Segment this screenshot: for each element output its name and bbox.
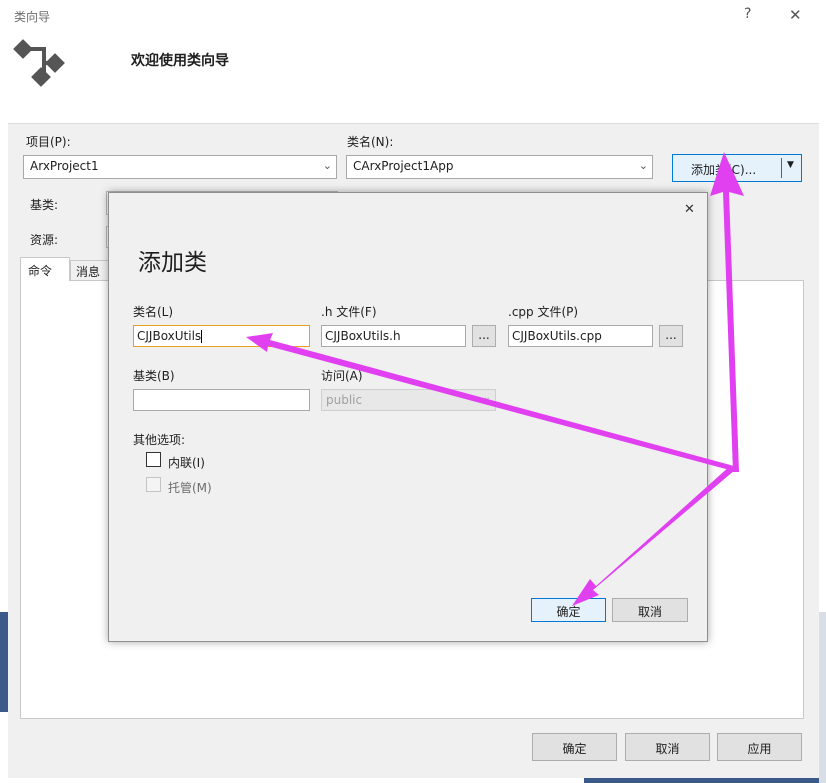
class-wizard-icon — [13, 39, 65, 87]
h-file-input[interactable]: CJJBoxUtils.h — [321, 325, 466, 347]
add-class-button[interactable]: 添加类(C)... — [691, 161, 756, 178]
dialog-ok-button[interactable]: 确定 — [531, 598, 606, 622]
wizard-cancel-label: 取消 — [655, 742, 680, 756]
managed-label: 托管(M) — [168, 481, 212, 495]
classname-input-value: CJJBoxUtils — [137, 329, 202, 343]
tab-commands-label: 命令 — [28, 264, 53, 278]
tab-messages[interactable]: 消息 — [70, 260, 110, 280]
dialog-close-button[interactable]: ✕ — [684, 202, 695, 217]
classname-input[interactable]: CJJBoxUtils — [133, 325, 310, 347]
managed-checkbox — [146, 477, 161, 492]
wizard-apply-button[interactable]: 应用 — [717, 733, 802, 761]
base-class-input[interactable] — [133, 389, 310, 411]
welcome-heading: 欢迎使用类向导 — [131, 53, 229, 69]
cpp-file-browse-button[interactable]: ... — [659, 325, 683, 347]
dialog-cancel-label: 取消 — [637, 605, 662, 619]
tab-messages-label: 消息 — [76, 265, 101, 279]
background-strip-left — [0, 612, 8, 712]
chevron-down-icon: ⌄ — [322, 159, 332, 172]
chevron-down-icon: ⌄ — [482, 392, 491, 403]
background-strip-bottom — [584, 778, 819, 783]
split-divider — [781, 158, 782, 178]
other-options-label: 其他选项: — [133, 433, 186, 447]
h-file-value: CJJBoxUtils.h — [325, 329, 401, 343]
dialog-ok-label: 确定 — [556, 605, 581, 619]
resource-label: 资源: — [30, 233, 59, 247]
base-class-label: 基类: — [30, 198, 59, 212]
classname-label: 类名(L) — [133, 305, 174, 319]
tab-commands[interactable]: 命令 — [20, 257, 70, 281]
browse-label: ... — [478, 328, 490, 342]
access-combo: public ⌄ — [321, 389, 496, 411]
classname-label: 类名(N): — [347, 135, 394, 149]
cpp-file-label: .cpp 文件(P) — [508, 305, 579, 319]
project-value: ArxProject1 — [30, 159, 99, 173]
browse-label: ... — [665, 328, 677, 342]
background-strip-right — [819, 612, 826, 783]
add-class-dialog: ✕ 添加类 类名(L) CJJBoxUtils .h 文件(F) CJJBoxU… — [108, 192, 708, 642]
project-combo[interactable]: ArxProject1 ⌄ — [23, 155, 337, 179]
window-title: 类向导 — [14, 10, 51, 24]
h-file-browse-button[interactable]: ... — [472, 325, 496, 347]
project-label: 项目(P): — [26, 135, 71, 149]
dialog-title: 添加类 — [138, 250, 207, 276]
cpp-file-value: CJJBoxUtils.cpp — [512, 329, 602, 343]
inline-label: 内联(I) — [168, 456, 205, 470]
wizard-apply-label: 应用 — [747, 742, 772, 756]
classname-combo[interactable]: CArxProject1App ⌄ — [346, 155, 653, 179]
wizard-ok-button[interactable]: 确定 — [532, 733, 617, 761]
access-value: public — [326, 393, 363, 407]
close-button[interactable]: ✕ — [789, 6, 802, 24]
help-button[interactable]: ? — [744, 6, 751, 22]
text-cursor — [201, 330, 203, 343]
cpp-file-input[interactable]: CJJBoxUtils.cpp — [508, 325, 653, 347]
h-file-label: .h 文件(F) — [321, 305, 377, 319]
access-label: 访问(A) — [321, 369, 363, 383]
caret-down-icon[interactable]: ▼ — [787, 160, 794, 170]
wizard-ok-label: 确定 — [562, 742, 587, 756]
base-class-label: 基类(B) — [133, 369, 175, 383]
chevron-down-icon: ⌄ — [638, 159, 648, 172]
inline-checkbox[interactable] — [146, 452, 161, 467]
add-class-split-button[interactable]: 添加类(C)... ▼ — [672, 154, 802, 182]
classname-value: CArxProject1App — [353, 159, 454, 173]
dialog-cancel-button[interactable]: 取消 — [612, 598, 688, 622]
wizard-cancel-button[interactable]: 取消 — [625, 733, 710, 761]
